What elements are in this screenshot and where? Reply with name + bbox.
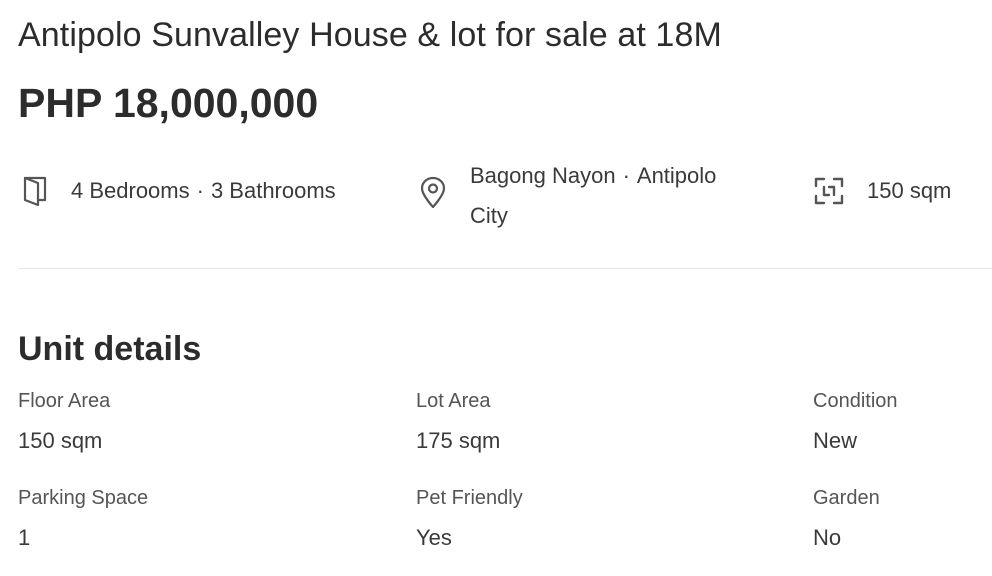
- detail-label: Pet Friendly: [416, 487, 523, 509]
- unit-details-heading: Unit details: [18, 330, 202, 368]
- detail-value: 150 sqm: [18, 428, 103, 453]
- door-icon: [18, 174, 52, 208]
- key-facts: 4 Bedrooms · 3 Bathrooms Bagong Nayon · Anti…: [18, 156, 992, 236]
- section-divider: [18, 268, 992, 269]
- detail-label: Parking Space: [18, 487, 149, 509]
- separator-dot: ·: [622, 163, 630, 188]
- bedrooms-count: 4 Bedrooms: [71, 178, 190, 203]
- map-pin-icon: [416, 176, 450, 210]
- floor-area-value: 150 sqm: [867, 178, 952, 203]
- detail-value: 175 sqm: [416, 428, 501, 453]
- detail-label: Floor Area: [18, 390, 111, 412]
- detail-label: Garden: [813, 487, 880, 509]
- listing-price: PHP 18,000,000: [18, 80, 319, 126]
- location-area: Bagong Nayon: [470, 163, 616, 188]
- detail-floor-area: Floor Area 150 sqm: [18, 386, 378, 456]
- detail-parking-space: Parking Space 1: [18, 483, 378, 553]
- detail-value: No: [813, 525, 842, 550]
- location-fact: Bagong Nayon · Antipolo City: [416, 156, 760, 236]
- detail-value: New: [813, 428, 858, 453]
- detail-lot-area: Lot Area 175 sqm: [416, 386, 776, 456]
- area-fact: 150 sqm: [812, 174, 951, 211]
- detail-garden: Garden No: [813, 483, 992, 553]
- area-frame-icon: [812, 174, 846, 208]
- detail-pet-friendly: Pet Friendly Yes: [416, 483, 776, 553]
- listing-title: Antipolo Sunvalley House & lot for sale …: [18, 16, 722, 54]
- detail-condition: Condition New: [813, 386, 992, 456]
- detail-value: 1: [18, 525, 31, 550]
- detail-label: Lot Area: [416, 390, 491, 412]
- listing-page: Antipolo Sunvalley House & lot for sale …: [0, 0, 992, 576]
- separator-dot: ·: [196, 178, 204, 203]
- bathrooms-count: 3 Bathrooms: [210, 178, 336, 203]
- rooms-fact: 4 Bedrooms · 3 Bathrooms: [18, 174, 336, 211]
- detail-value: Yes: [416, 525, 452, 550]
- detail-label: Condition: [813, 390, 898, 412]
